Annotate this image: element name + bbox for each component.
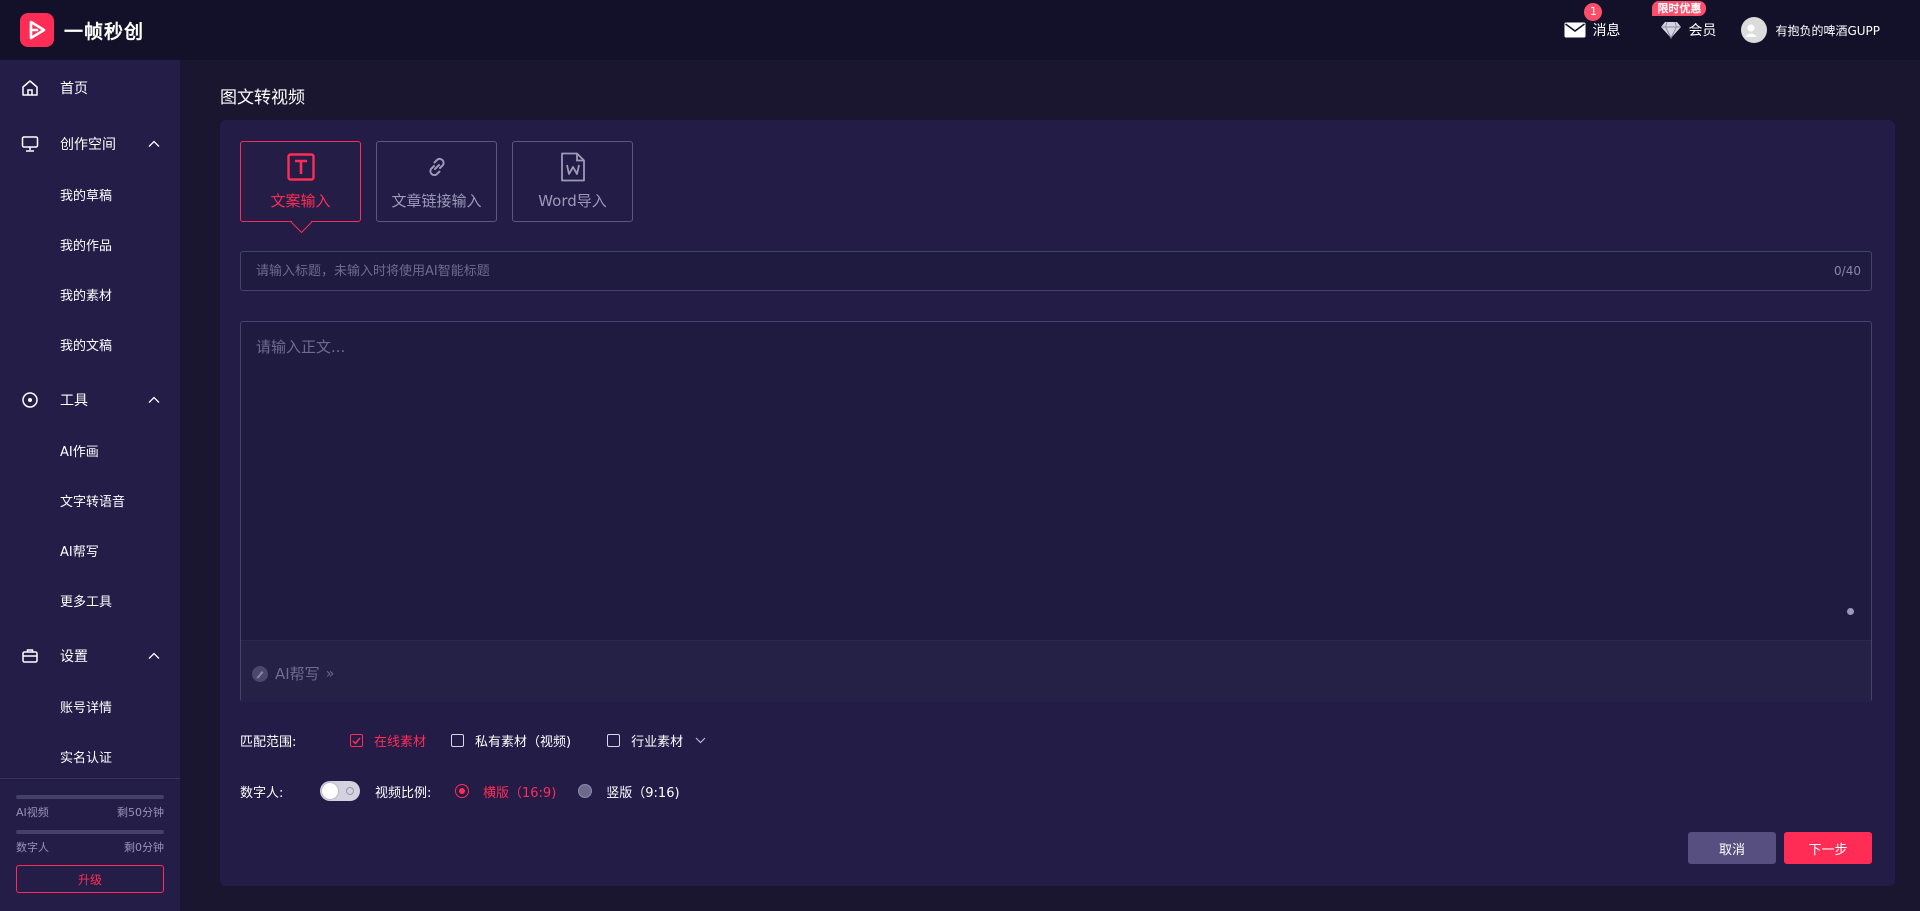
sidebar-item-label: 首页 [60,81,88,97]
tab-link-input[interactable]: 文章链接输入 [376,141,497,222]
sidebar-item-scripts[interactable]: 我的文稿 [0,322,180,372]
sidebar-item-ai-painting[interactable]: AI作画 [0,428,180,478]
toggle-off-icon [346,787,354,795]
tool-icon [20,390,40,410]
quota-label: AI视频 [16,806,49,819]
radio-portrait[interactable]: 竖版（9:16) [578,782,680,801]
radio-selected-icon [455,784,469,798]
sidebar-group-settings[interactable]: 设置 [0,628,180,684]
radio-landscape[interactable]: 横版（16:9) [455,782,556,801]
logo-icon [20,13,54,47]
user-menu[interactable]: 有抱负的啤酒GUPP [1741,17,1880,43]
sidebar-item-text-to-speech[interactable]: 文字转语音 [0,478,180,528]
avatar-icon [1745,24,1758,37]
quota-remaining: 剩0分钟 [124,841,164,854]
sidebar-item-label: 设置 [60,649,88,665]
sidebar-item-more-tools[interactable]: 更多工具 [0,578,180,628]
home-icon [20,78,40,98]
sidebar-item-verification[interactable]: 实名认证 [0,734,180,784]
checkbox-private-material[interactable]: 私有素材（视频) [451,731,571,750]
chevron-down-icon[interactable] [695,737,706,744]
messages-label: 消息 [1592,23,1621,39]
resize-handle[interactable] [1847,608,1854,615]
ai-help-label: AI帮写 [275,665,320,683]
checkbox-label: 私有素材（视频) [475,735,572,750]
logo[interactable]: 一帧秒创 [20,13,144,47]
quota-label: 数字人 [16,841,49,854]
checkbox-industry-material[interactable]: 行业素材 [607,731,706,750]
options-row: 数字人: 视频比例: 横版（16:9) 竖版（9:16) [240,781,680,801]
sidebar-item-account-details[interactable]: 账号详情 [0,684,180,734]
aspect-ratio-label: 视频比例: [375,785,432,801]
sidebar-item-label: 创作空间 [60,137,116,153]
messages-button[interactable]: 消息 1 [1564,3,1621,40]
app-name: 一帧秒创 [64,20,145,43]
digital-person-toggle[interactable] [320,781,360,801]
briefcase-icon [20,646,40,666]
diamond-icon [1661,21,1682,39]
checkbox-empty-icon [607,734,621,747]
checkbox-empty-icon [451,734,465,747]
vip-button[interactable]: 会员 限时优惠 [1652,1,1717,40]
main-panel: 文案输入 文章链接输入 Word导入 0/40 AI帮写 » 匹配范围: [220,120,1895,886]
top-bar: 一帧秒创 消息 1 会员 限时优惠 有抱负的啤酒GUPP [0,0,1920,60]
vip-label: 会员 [1688,23,1717,39]
sidebar-item-drafts[interactable]: 我的草稿 [0,172,180,222]
tab-text-input[interactable]: 文案输入 [240,141,361,222]
avatar [1741,17,1768,43]
chevron-up-icon[interactable] [148,648,160,664]
double-chevron-right-icon: » [325,665,335,682]
quota-remaining: 剩50分钟 [117,806,164,819]
checkbox-label: 在线素材 [374,735,427,750]
checkbox-checked-icon [350,734,363,747]
tab-label: 文案输入 [270,192,331,210]
next-step-button[interactable]: 下一步 [1784,832,1872,864]
tab-label: 文章链接输入 [391,192,482,210]
chevron-up-icon[interactable] [148,136,160,152]
cancel-button[interactable]: 取消 [1688,832,1776,864]
sidebar-group-tools[interactable]: 工具 [0,372,180,428]
sidebar: 首页 创作空间 我的草稿 我的作品 我的素材 我的文稿 工具 AI作画 文字转语… [0,60,180,911]
quota-panel: AI视频 剩50分钟 数字人 剩0分钟 升级 [0,778,180,911]
quota-ai-video: AI视频 剩50分钟 [16,795,164,820]
sidebar-item-works[interactable]: 我的作品 [0,222,180,272]
vip-promo-badge: 限时优惠 [1652,1,1707,16]
checkbox-online-material[interactable]: 在线素材 [350,731,426,750]
ai-help-button[interactable]: AI帮写 » [251,663,334,684]
body-field: AI帮写 » [240,321,1872,702]
tab-word-import[interactable]: Word导入 [512,141,633,222]
sidebar-group-creation[interactable]: 创作空间 [0,116,180,172]
username: 有抱负的啤酒GUPP [1775,23,1880,38]
word-file-icon [560,152,586,182]
radio-label: 横版（16:9) [483,785,557,801]
sidebar-item-label: 工具 [60,393,88,409]
body-textarea[interactable] [241,322,1871,640]
radio-label: 竖版（9:16) [606,785,680,801]
match-range-label: 匹配范围: [240,735,297,750]
mail-icon [1564,22,1586,38]
tab-label: Word导入 [538,192,607,210]
monitor-icon [20,134,40,154]
text-icon [286,152,315,182]
sidebar-item-materials[interactable]: 我的素材 [0,272,180,322]
quota-digital-person: 数字人 剩0分钟 [16,830,164,855]
checkbox-label: 行业素材 [631,735,684,750]
sidebar-item-home[interactable]: 首页 [0,60,180,116]
digital-person-label: 数字人: [240,785,284,801]
link-icon [424,152,450,182]
quota-bar [16,795,164,799]
ai-pen-icon [252,665,268,682]
match-range-row: 匹配范围: 在线素材 私有素材（视频) 行业素材 [240,731,706,750]
page-title: 图文转视频 [220,88,305,108]
upgrade-button[interactable]: 升级 [16,865,164,893]
ai-help-bar: AI帮写 » [241,640,1871,702]
sidebar-item-ai-writing[interactable]: AI帮写 [0,528,180,578]
quota-bar [16,830,164,834]
title-input[interactable] [241,252,1871,290]
messages-badge: 1 [1584,3,1603,21]
radio-unselected-icon [578,784,593,798]
title-field: 0/40 [240,251,1872,291]
chevron-up-icon[interactable] [148,392,160,408]
title-counter: 0/40 [1834,264,1861,278]
